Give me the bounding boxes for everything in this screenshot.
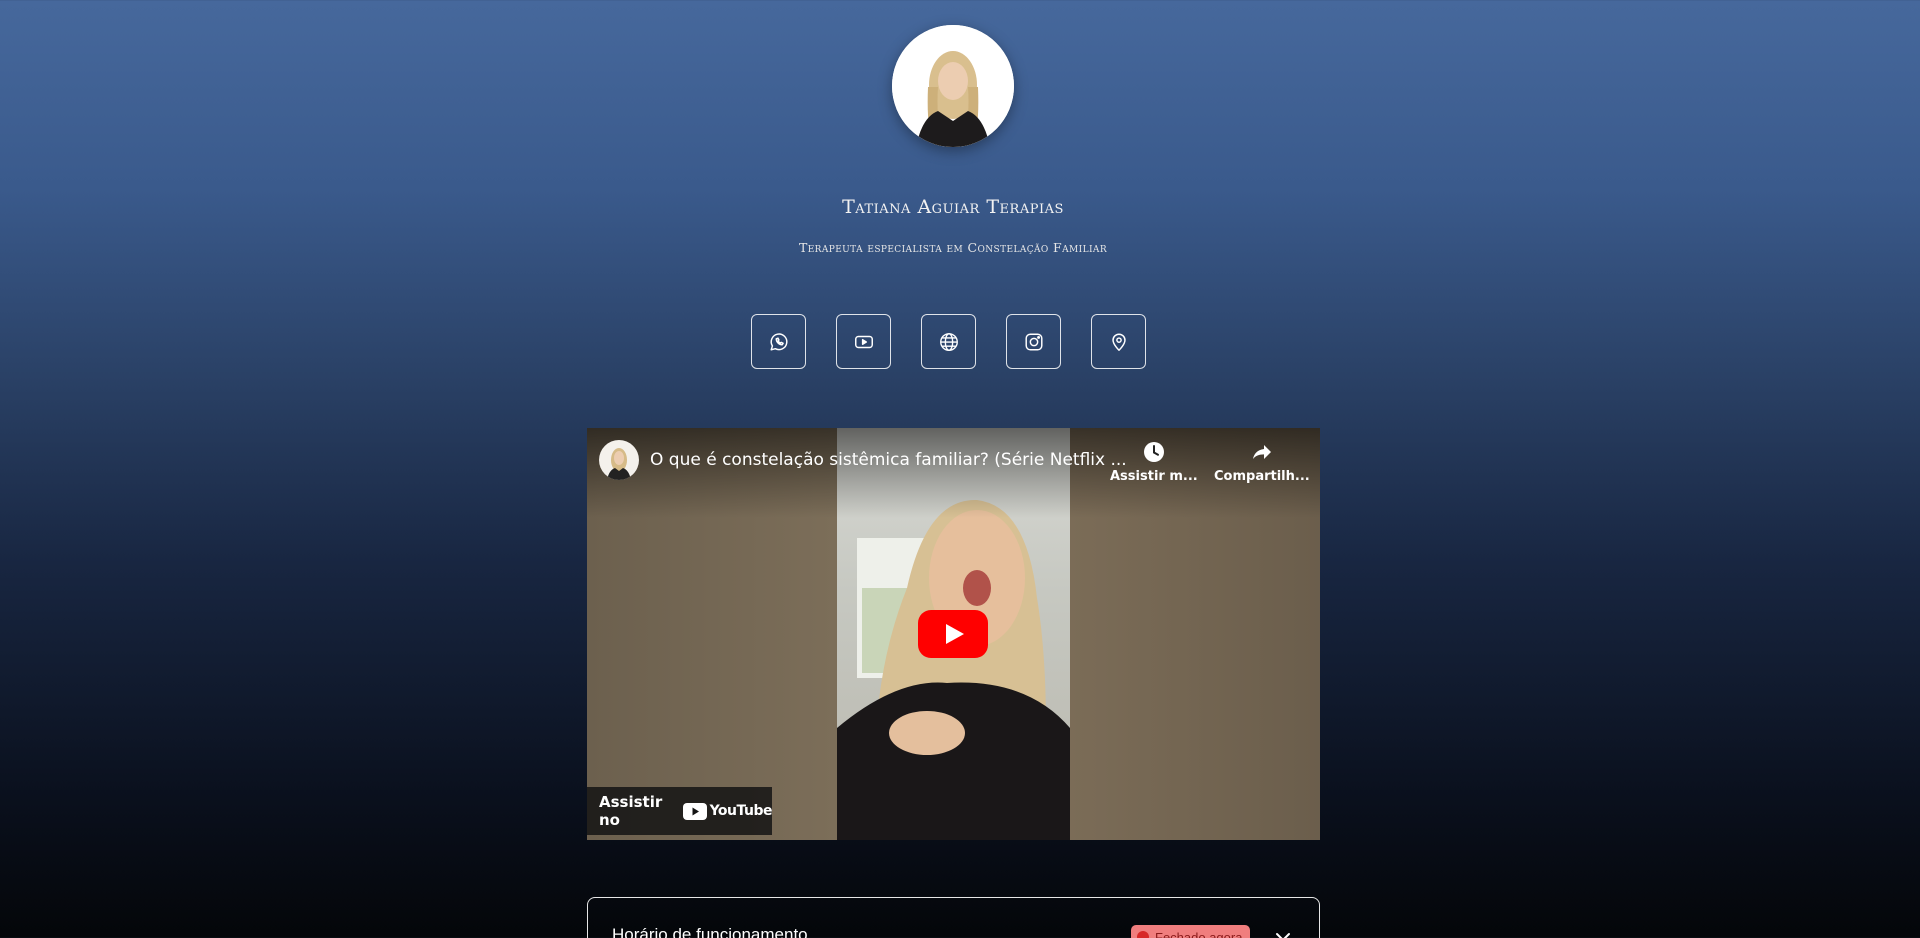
video-top-overlay (587, 428, 1320, 518)
instagram-button[interactable] (1006, 314, 1061, 369)
instagram-icon (1024, 332, 1043, 351)
chevron-down-icon[interactable] (1274, 928, 1292, 938)
youtube-logo: YouTube (682, 802, 773, 820)
youtube-video-embed[interactable]: O que é constelação sistêmica familiar? … (587, 428, 1320, 840)
watch-later-label: Assistir m... (1110, 469, 1198, 484)
watch-later-button[interactable]: Assistir m... (1110, 440, 1198, 484)
video-title[interactable]: O que é constelação sistêmica familiar? … (650, 450, 1127, 470)
social-links (751, 314, 1146, 369)
website-button[interactable] (921, 314, 976, 369)
status-badge: Fechado agora (1131, 925, 1251, 938)
share-button[interactable]: Compartilh... (1214, 440, 1310, 484)
profile-name: Tatiana Aguiar Terapias (842, 196, 1064, 218)
profile-avatar (892, 25, 1014, 147)
status-dot-icon (1137, 931, 1149, 938)
whatsapp-button[interactable] (751, 314, 806, 369)
youtube-icon (854, 335, 873, 348)
opening-hours-label: Horário de funcionamento (612, 925, 808, 938)
channel-avatar[interactable] (599, 440, 639, 480)
globe-icon (939, 332, 958, 351)
youtube-button[interactable] (836, 314, 891, 369)
whatsapp-icon (769, 332, 788, 351)
play-button[interactable] (918, 610, 988, 658)
profile-tagline: Terapeuta especialista em Constelação Fa… (798, 240, 1108, 255)
clock-icon (1143, 442, 1164, 462)
map-pin-icon (1111, 332, 1126, 351)
opening-hours-panel[interactable]: Horário de funcionamento Fechado agora (587, 897, 1320, 938)
share-label: Compartilh... (1214, 469, 1310, 484)
youtube-wordmark: YouTube (709, 803, 773, 819)
location-button[interactable] (1091, 314, 1146, 369)
watch-on-youtube-button[interactable]: Assistir no YouTube (587, 787, 773, 835)
watch-on-label: Assistir no (599, 793, 663, 829)
play-icon (918, 610, 988, 658)
share-icon (1252, 445, 1271, 459)
youtube-logo-icon (682, 802, 707, 820)
status-text: Fechado agora (1155, 929, 1243, 938)
